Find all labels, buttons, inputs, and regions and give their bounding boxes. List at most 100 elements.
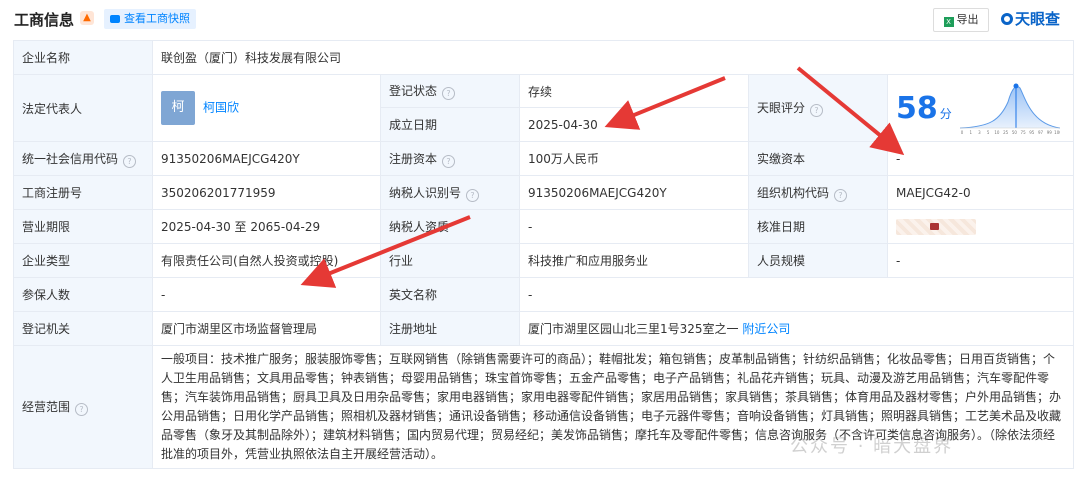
tianyancha-logo-icon	[1001, 13, 1013, 25]
score-axis-tick: 99	[1046, 130, 1052, 135]
status-label: 登记状态	[389, 84, 438, 98]
help-icon[interactable]: ?	[442, 87, 456, 100]
taxpayer-qual-value: -	[519, 209, 749, 244]
help-icon[interactable]: ?	[123, 154, 137, 168]
score-axis-tick: 97	[1038, 130, 1044, 135]
scope-label-cell: 经营范围?	[13, 345, 153, 469]
score-axis-tick: 5	[987, 130, 990, 135]
taxpayer-id-label-cell: 纳税人识别号?	[380, 175, 520, 210]
industry-value: 科技推广和应用服务业	[519, 243, 749, 278]
org-code-label: 组织机构代码	[757, 185, 830, 200]
score-marker-dot	[1013, 83, 1019, 89]
help-icon[interactable]: ?	[466, 188, 480, 202]
score-axis-tick: 25	[1003, 130, 1009, 135]
avatar[interactable]: 柯	[161, 91, 195, 125]
paid-capital-label: 实缴资本	[748, 141, 888, 176]
score-curve-area	[959, 86, 1060, 128]
term-label: 营业期限	[13, 209, 153, 244]
status-label-cell: 登记状态?	[380, 74, 520, 108]
score-axis-tick: 50	[1012, 130, 1018, 135]
taxpayer-id-value: 91350206MAEJCG420Y	[519, 175, 749, 210]
term-value: 2025-04-30 至 2065-04-29	[152, 209, 381, 244]
export-label: 导出	[956, 13, 979, 26]
score-axis-tick: 1	[969, 130, 972, 135]
reg-capital-label: 注册资本	[389, 151, 438, 166]
reg-number-label: 工商注册号	[13, 175, 153, 210]
scope-label: 经营范围	[22, 400, 71, 414]
fire-icon: ▲	[80, 11, 94, 25]
insured-label: 参保人数	[13, 277, 153, 312]
help-icon[interactable]: ?	[834, 188, 848, 202]
business-info-table: 企业名称 联创盈（厦门）科技发展有限公司 法定代表人 柯柯国欣 登记状态? 存续…	[13, 40, 1075, 469]
legal-rep-label: 法定代表人	[13, 74, 153, 142]
score-axis-tick: 95	[1029, 130, 1035, 135]
score-axis-tick: 75	[1020, 130, 1026, 135]
status-value: 存续	[519, 74, 749, 108]
credit-code-value: 91350206MAEJCG420Y	[152, 141, 381, 176]
credit-code-label-cell: 统一社会信用代码?	[13, 141, 153, 176]
address-cell: 厦门市湖里区园山北三里1号325室之一 附近公司	[518, 311, 1075, 346]
reg-number-value: 350206201771959	[152, 175, 381, 210]
approve-date-cell	[886, 209, 1075, 244]
view-snapshot-button[interactable]: 查看工商快照	[104, 9, 196, 29]
score-axis-tick: 0	[960, 130, 963, 135]
score-value: 58	[896, 90, 938, 126]
table-row: 参保人数 - 英文名称 -	[13, 277, 1075, 312]
help-icon[interactable]: ?	[75, 403, 89, 416]
english-name-value: -	[518, 277, 1075, 312]
score-axis-tick: 100	[1054, 130, 1060, 135]
watermark: 公众号 · 暗大盘界	[790, 436, 954, 457]
legal-rep-cell: 柯柯国欣	[152, 74, 381, 142]
view-snapshot-label: 查看工商快照	[124, 12, 190, 25]
authority-value: 厦门市湖里区市场监督管理局	[152, 311, 381, 346]
table-row: 法定代表人 柯柯国欣 登记状态? 存续 天眼评分? 58 分 0 1 3 5 10 25 50…	[13, 74, 1075, 142]
brand-name: 天眼查	[1015, 10, 1061, 28]
tianyan-score: 58分 0 1 3 5 10255075959799100	[896, 80, 1065, 136]
score-distribution-chart: 0 1 3 5 10255075959799100	[959, 83, 1060, 135]
reg-capital-label-cell: 注册资本?	[380, 141, 520, 176]
camera-icon	[110, 15, 120, 23]
excel-icon: X	[943, 17, 954, 27]
export-button[interactable]: X 导出	[933, 8, 989, 32]
table-row: 企业类型 有限责任公司(自然人投资或控股) 行业 科技推广和应用服务业 人员规模…	[13, 243, 1075, 278]
score-label-cell: 天眼评分?	[748, 74, 888, 142]
help-icon[interactable]: ?	[810, 104, 824, 117]
credit-code-label: 统一社会信用代码	[22, 151, 119, 166]
taxpayer-id-label: 纳税人识别号	[389, 185, 462, 200]
score-axis-tick: 10	[994, 130, 1000, 135]
table-row: 登记机关 厦门市湖里区市场监督管理局 注册地址 厦门市湖里区园山北三里1号325…	[13, 311, 1075, 346]
section-header: 工商信息 ▲ 查看工商快照 X 导出 天眼查	[0, 0, 1080, 38]
table-row: 企业名称 联创盈（厦门）科技发展有限公司	[13, 40, 1075, 75]
locked-value[interactable]	[896, 218, 976, 235]
company-type-value: 有限责任公司(自然人投资或控股)	[152, 243, 381, 278]
staff-size-value: -	[886, 243, 1075, 278]
staff-size-label: 人员规模	[748, 243, 888, 278]
table-row: 统一社会信用代码? 91350206MAEJCG420Y 注册资本? 100万人…	[13, 141, 1075, 176]
nearby-companies-link[interactable]: 附近公司	[742, 322, 790, 336]
score-cell[interactable]: 58分 0 1 3 5 10255075959799100	[886, 74, 1075, 142]
authority-label: 登记机关	[13, 311, 153, 346]
brand-logo[interactable]: 天眼查	[1001, 8, 1060, 29]
english-name-label: 英文名称	[380, 277, 520, 312]
score-unit: 分	[939, 106, 952, 121]
founded-label: 成立日期	[380, 107, 520, 142]
section-title: 工商信息	[14, 11, 75, 29]
score-axis-tick: 3	[978, 130, 981, 135]
org-code-label-cell: 组织机构代码?	[748, 175, 888, 210]
industry-label: 行业	[380, 243, 520, 278]
company-name-label: 企业名称	[13, 40, 153, 75]
lock-icon	[930, 222, 939, 230]
table-row: 营业期限 2025-04-30 至 2065-04-29 纳税人资质 - 核准日…	[13, 209, 1075, 244]
score-label: 天眼评分	[757, 101, 806, 115]
paid-capital-value: -	[886, 141, 1075, 176]
help-icon[interactable]: ?	[442, 154, 456, 168]
company-name-value: 联创盈（厦门）科技发展有限公司	[151, 40, 1075, 75]
address-label: 注册地址	[380, 311, 520, 346]
org-code-value: MAEJCG42-0	[886, 175, 1075, 210]
legal-rep-name-link[interactable]: 柯国欣	[203, 101, 239, 115]
approve-date-label: 核准日期	[748, 209, 888, 244]
company-type-label: 企业类型	[13, 243, 153, 278]
reg-capital-value: 100万人民币	[519, 141, 749, 176]
table-row: 工商注册号 350206201771959 纳税人识别号? 91350206MA…	[13, 175, 1075, 210]
address-value: 厦门市湖里区园山北三里1号325室之一	[528, 322, 739, 336]
